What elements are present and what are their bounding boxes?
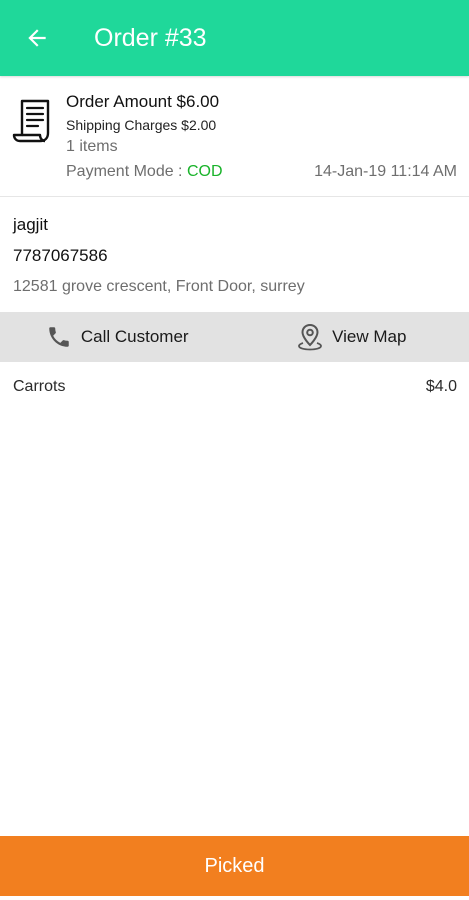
phone-icon [46,324,72,350]
line-item-price: $4.0 [425,378,457,395]
shipping-charges: Shipping Charges $2.00 [66,117,217,133]
customer-address: 12581 grove crescent, Front Door, surrey [13,278,305,295]
order-datetime: 14-Jan-19 11:14 AM [314,163,457,180]
list-item: Carrots $4.0 [0,362,469,396]
order-detail-screen: Order #33 Order Amount $6.00 Shipping Ch… [0,0,469,900]
line-item-name: Carrots [13,378,66,395]
view-map-label: View Map [332,327,407,346]
order-summary: Order Amount $6.00 Shipping Charges $2.0… [0,76,469,197]
call-customer-button[interactable]: Call Customer [0,312,235,362]
line-items-list: Carrots $4.0 [0,362,469,396]
receipt-icon [12,99,50,143]
action-bar: Call Customer View Map [0,312,469,362]
payment-mode-label: Payment Mode : [66,163,187,180]
order-amount: Order Amount $6.00 [66,92,220,111]
customer-phone: 7787067586 [13,246,108,265]
payment-mode-value: COD [186,163,223,180]
app-bar: Order #33 [0,0,469,76]
customer-info: jagjit 7787067586 12581 grove crescent, … [0,197,469,311]
call-customer-label: Call Customer [80,327,189,346]
page-title: Order #33 [94,23,207,52]
map-pin-icon [297,323,323,351]
payment-mode: Payment Mode : COD [66,163,223,181]
view-map-button[interactable]: View Map [235,312,469,362]
arrow-left-icon [28,29,46,47]
item-count: 1 items [66,138,118,155]
back-button[interactable] [13,14,61,62]
picked-button[interactable]: Picked [0,836,469,896]
customer-name: jagjit [13,215,48,234]
bottom-strip [0,896,469,900]
